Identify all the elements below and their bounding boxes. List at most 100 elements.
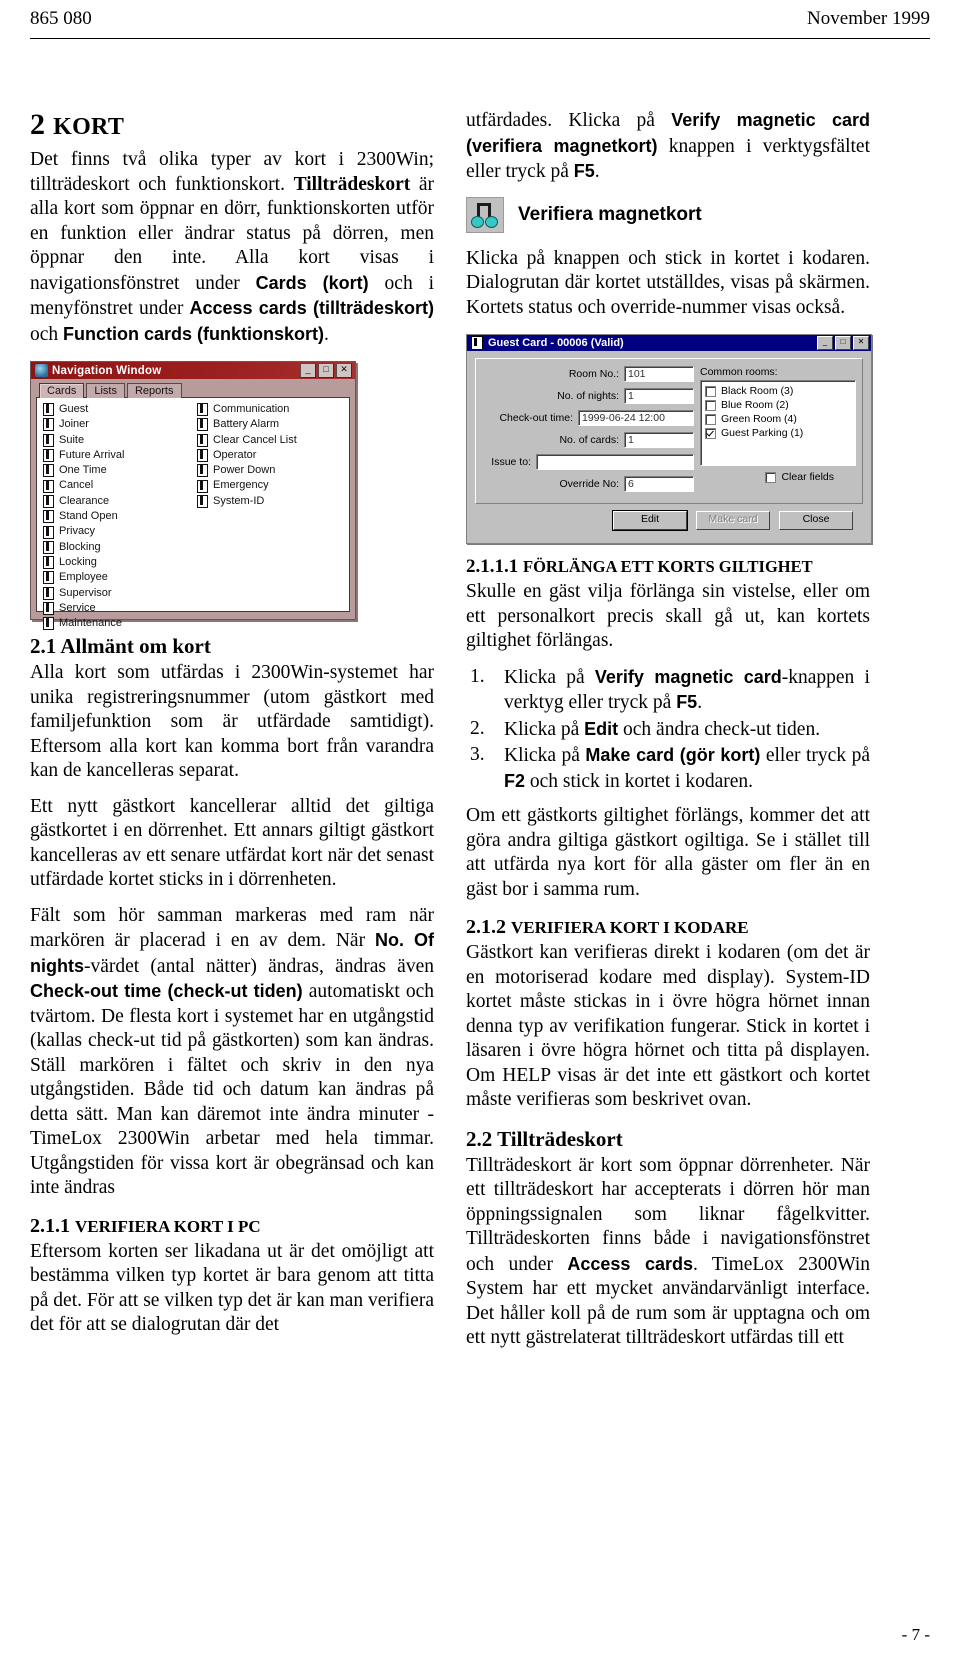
edit-button[interactable]: Edit (613, 511, 687, 530)
list-item[interactable]: System-ID (195, 494, 349, 509)
common-room-label: Blue Room (2) (721, 399, 789, 411)
card-type-column-left: Guest Joiner Suite Future Arrival One Ti… (41, 402, 195, 631)
step-text-c: eller tryck på (760, 745, 870, 766)
room-no-input[interactable]: 101 (624, 366, 694, 382)
list-item-label: Battery Alarm (213, 418, 280, 431)
checkbox-icon[interactable] (705, 399, 716, 411)
sec22-p1-b: Access cards (567, 1253, 693, 1274)
verify-magnetic-card-label: Verifiera magnetkort (518, 203, 702, 225)
list-item[interactable]: Guest (41, 402, 195, 417)
list-item[interactable]: Future Arrival (41, 448, 195, 463)
step-item: Klicka på Verify magnetic card-knappen i… (466, 665, 870, 716)
list-item[interactable]: Joiner (41, 417, 195, 432)
field-label: Room No.: (568, 368, 619, 380)
clear-fields-row[interactable]: Clear fields (700, 471, 856, 483)
guest-card-fields: Room No.: 101 No. of nights: 1 Check-out… (482, 366, 694, 498)
intro-text-i: . (324, 323, 329, 345)
tab-reports[interactable]: Reports (126, 383, 182, 398)
sec21-p3-e: automatiskt och tvärtom. De flesta kort … (30, 981, 434, 1198)
navigation-window-controls: _ □ ✕ (300, 363, 352, 378)
minimize-icon[interactable]: _ (300, 363, 316, 378)
list-item-label: Suite (59, 433, 85, 446)
list-item[interactable]: Maintenance (41, 616, 195, 631)
checkbox-icon[interactable] (765, 471, 777, 483)
list-item-label: Locking (59, 555, 97, 568)
list-item-label: Future Arrival (59, 448, 125, 461)
list-item[interactable]: Cancel (41, 478, 195, 493)
override-no-input[interactable]: 6 (624, 476, 694, 492)
minimize-icon[interactable]: _ (817, 336, 833, 350)
common-room-label: Green Room (4) (721, 413, 797, 425)
list-item[interactable]: Power Down (195, 463, 349, 478)
list-item[interactable]: Privacy (41, 524, 195, 539)
list-item[interactable]: Supervisor (41, 586, 195, 601)
card-icon (43, 494, 54, 508)
list-item[interactable]: Emergency (195, 478, 349, 493)
close-icon[interactable]: ✕ (336, 363, 352, 378)
no-of-cards-input[interactable]: 1 (624, 432, 694, 448)
step-item: Klicka på Edit och ändra check-ut tiden. (466, 717, 870, 743)
list-item[interactable]: Locking (41, 555, 195, 570)
check-out-time-input[interactable]: 1999-06-24 12:00 (578, 410, 694, 426)
list-item[interactable]: Suite (41, 433, 195, 448)
card-icon (197, 449, 208, 463)
issue-to-input[interactable] (536, 454, 694, 470)
list-item[interactable]: One Time (41, 463, 195, 478)
close-button[interactable]: Close (779, 511, 853, 530)
common-rooms-listbox[interactable]: Black Room (3) Blue Room (2) Green Room … (700, 380, 856, 466)
section-2-1-1-1-paragraph-2: Om ett gästkorts giltighet förlängs, kom… (466, 805, 870, 900)
common-room-label: Black Room (3) (721, 385, 794, 397)
list-item-label: Privacy (59, 525, 96, 538)
tab-lists[interactable]: Lists (86, 383, 125, 398)
maximize-icon[interactable]: □ (835, 336, 851, 350)
navigation-window-screenshot: Navigation Window _ □ ✕ Cards Lists Repo… (30, 361, 356, 631)
list-item[interactable]: Battery Alarm (195, 417, 349, 432)
guest-card-button-row: Edit Make card Close (475, 504, 863, 537)
common-rooms-label: Common rooms: (700, 366, 778, 378)
step-item: Klicka på Make card (gör kort) eller try… (466, 743, 870, 794)
section-2-1-2-heading: 2.1.2 VERIFIERA KORT I KODARE (466, 916, 870, 939)
section-2-1-1-1-heading: 2.1.1.1 FÖRLÄNGA ETT KORTS GILTIGHET (466, 556, 870, 578)
common-room-item[interactable]: Blue Room (2) (705, 398, 851, 412)
list-item[interactable]: Service (41, 601, 195, 616)
list-item-label: Cancel (59, 479, 94, 492)
list-item-label: Service (59, 601, 96, 614)
checkbox-icon[interactable] (705, 385, 716, 397)
page-header: 865 080 November 1999 (30, 8, 930, 39)
step-text-b: Edit (584, 718, 619, 739)
maximize-icon[interactable]: □ (318, 363, 334, 378)
checkbox-icon[interactable] (705, 427, 716, 439)
section-2-1-1-heading: 2.1.1 VERIFIERA KORT I PC (30, 1215, 434, 1238)
list-item[interactable]: Operator (195, 448, 349, 463)
section-2-1-paragraph-2: Ett nytt gästkort kancellerar alltid det… (30, 795, 434, 891)
continued-paragraph-2: Klicka på knappen och stick in kortet i … (466, 247, 870, 318)
card-icon (43, 403, 54, 417)
section-2-1-1-1-title: FÖRLÄNGA ETT KORTS GILTIGHET (523, 557, 813, 576)
document-page: 865 080 November 1999 2 KORT Det finns t… (0, 0, 960, 1657)
list-item[interactable]: Clearance (41, 494, 195, 509)
card-icon (43, 556, 54, 570)
no-of-nights-input[interactable]: 1 (624, 388, 694, 404)
common-room-item[interactable]: Guest Parking (1) (705, 426, 851, 440)
extend-validity-steps: Klicka på Verify magnetic card-knappen i… (466, 665, 870, 795)
guest-card-body: Room No.: 101 No. of nights: 1 Check-out… (467, 351, 871, 543)
list-item[interactable]: Employee (41, 570, 195, 585)
navigation-window-title: Navigation Window (52, 364, 162, 377)
list-item[interactable]: Stand Open (41, 509, 195, 524)
guest-card-common-rooms: Common rooms: Black Room (3) Blue Room (… (694, 366, 856, 498)
section-2-1-2-paragraph-1: Gästkort kan verifieras direkt i kodaren… (466, 942, 870, 1110)
list-item[interactable]: Blocking (41, 540, 195, 555)
close-icon[interactable]: ✕ (853, 336, 869, 350)
common-room-item[interactable]: Black Room (3) (705, 384, 851, 398)
chapter-number: 2 (30, 108, 54, 141)
verify-magnetic-card-icon[interactable] (466, 196, 504, 233)
tab-cards[interactable]: Cards (39, 383, 85, 398)
card-icon (43, 586, 54, 600)
list-item[interactable]: Clear Cancel List (195, 433, 349, 448)
card-icon (197, 433, 208, 447)
checkbox-icon[interactable] (705, 413, 716, 425)
common-room-item[interactable]: Green Room (4) (705, 412, 851, 426)
list-item[interactable]: Communication (195, 402, 349, 417)
intro-paragraph: Det finns två olika typer av kort i 2300… (30, 148, 434, 347)
step-text-e: . (697, 692, 703, 713)
